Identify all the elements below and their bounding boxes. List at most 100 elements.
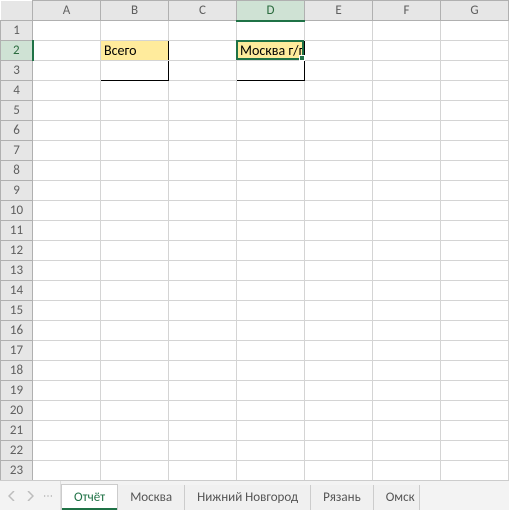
cell-C7[interactable] xyxy=(169,141,237,161)
cell-F12[interactable] xyxy=(373,241,441,261)
sheet-tab-3[interactable]: Рязань xyxy=(311,485,374,510)
cell-E1[interactable] xyxy=(305,21,373,41)
row-header-15[interactable]: 15 xyxy=(1,301,33,321)
cell-F7[interactable] xyxy=(373,141,441,161)
row-header-9[interactable]: 9 xyxy=(1,181,33,201)
row-header-7[interactable]: 7 xyxy=(1,141,33,161)
cell-D13[interactable] xyxy=(237,261,305,281)
cell-C8[interactable] xyxy=(169,161,237,181)
sheet-tab-1[interactable]: Москва xyxy=(118,485,185,510)
row-header-12[interactable]: 12 xyxy=(1,241,33,261)
cell-E15[interactable] xyxy=(305,301,373,321)
cell-A3[interactable] xyxy=(33,61,101,81)
cell-C11[interactable] xyxy=(169,221,237,241)
cell-F9[interactable] xyxy=(373,181,441,201)
cell-C22[interactable] xyxy=(169,441,237,461)
cell-A15[interactable] xyxy=(33,301,101,321)
cell-B7[interactable] xyxy=(101,141,169,161)
cell-F17[interactable] xyxy=(373,341,441,361)
cell-E17[interactable] xyxy=(305,341,373,361)
cell-C2[interactable] xyxy=(169,41,237,61)
cell-C6[interactable] xyxy=(169,121,237,141)
row-header-19[interactable]: 19 xyxy=(1,381,33,401)
cell-A6[interactable] xyxy=(33,121,101,141)
cell-C1[interactable] xyxy=(169,21,237,41)
cell-C19[interactable] xyxy=(169,381,237,401)
cell-B1[interactable] xyxy=(101,21,169,41)
cell-G6[interactable] xyxy=(441,121,509,141)
cell-F20[interactable] xyxy=(373,401,441,421)
cell-D3[interactable] xyxy=(237,61,305,81)
cell-A12[interactable] xyxy=(33,241,101,261)
cell-G10[interactable] xyxy=(441,201,509,221)
cell-E18[interactable] xyxy=(305,361,373,381)
cell-G20[interactable] xyxy=(441,401,509,421)
cell-C23[interactable] xyxy=(169,461,237,481)
cell-B13[interactable] xyxy=(101,261,169,281)
cell-A8[interactable] xyxy=(33,161,101,181)
row-header-3[interactable]: 3 xyxy=(1,61,33,81)
cell-B16[interactable] xyxy=(101,321,169,341)
row-header-1[interactable]: 1 xyxy=(1,21,33,41)
row-header-16[interactable]: 16 xyxy=(1,321,33,341)
cell-G1[interactable] xyxy=(441,21,509,41)
cell-E4[interactable] xyxy=(305,81,373,101)
cell-E19[interactable] xyxy=(305,381,373,401)
cell-B18[interactable] xyxy=(101,361,169,381)
cell-C9[interactable] xyxy=(169,181,237,201)
cell-C18[interactable] xyxy=(169,361,237,381)
row-header-8[interactable]: 8 xyxy=(1,161,33,181)
cell-B12[interactable] xyxy=(101,241,169,261)
cell-C12[interactable] xyxy=(169,241,237,261)
cell-E12[interactable] xyxy=(305,241,373,261)
cell-A20[interactable] xyxy=(33,401,101,421)
col-header-A[interactable]: A xyxy=(33,1,101,21)
cell-G4[interactable] xyxy=(441,81,509,101)
cell-B3[interactable] xyxy=(101,61,169,81)
cell-D9[interactable] xyxy=(237,181,305,201)
cell-C13[interactable] xyxy=(169,261,237,281)
cell-E14[interactable] xyxy=(305,281,373,301)
cell-G16[interactable] xyxy=(441,321,509,341)
cell-B9[interactable] xyxy=(101,181,169,201)
cell-E11[interactable] xyxy=(305,221,373,241)
col-header-D[interactable]: D xyxy=(237,1,305,21)
cell-D17[interactable] xyxy=(237,341,305,361)
cell-A5[interactable] xyxy=(33,101,101,121)
cell-F2[interactable] xyxy=(373,41,441,61)
cell-D8[interactable] xyxy=(237,161,305,181)
cell-B19[interactable] xyxy=(101,381,169,401)
col-header-B[interactable]: B xyxy=(101,1,169,21)
cell-F4[interactable] xyxy=(373,81,441,101)
cell-E10[interactable] xyxy=(305,201,373,221)
cell-A14[interactable] xyxy=(33,281,101,301)
cell-F5[interactable] xyxy=(373,101,441,121)
cell-F15[interactable] xyxy=(373,301,441,321)
cell-B2[interactable]: Всего xyxy=(101,41,169,61)
col-header-G[interactable]: G xyxy=(441,1,509,21)
cell-A21[interactable] xyxy=(33,421,101,441)
cell-F11[interactable] xyxy=(373,221,441,241)
cell-E20[interactable] xyxy=(305,401,373,421)
cell-F16[interactable] xyxy=(373,321,441,341)
cell-C5[interactable] xyxy=(169,101,237,121)
cell-A16[interactable] xyxy=(33,321,101,341)
row-header-20[interactable]: 20 xyxy=(1,401,33,421)
cell-D1[interactable] xyxy=(237,21,305,41)
tab-nav-next[interactable] xyxy=(24,490,36,502)
cell-B23[interactable] xyxy=(101,461,169,481)
cell-B5[interactable] xyxy=(101,101,169,121)
cell-C4[interactable] xyxy=(169,81,237,101)
cell-C14[interactable] xyxy=(169,281,237,301)
cell-G18[interactable] xyxy=(441,361,509,381)
cell-D16[interactable] xyxy=(237,321,305,341)
cell-E21[interactable] xyxy=(305,421,373,441)
row-header-21[interactable]: 21 xyxy=(1,421,33,441)
cell-E16[interactable] xyxy=(305,321,373,341)
cell-B6[interactable] xyxy=(101,121,169,141)
cell-G5[interactable] xyxy=(441,101,509,121)
cell-A13[interactable] xyxy=(33,261,101,281)
cell-G23[interactable] xyxy=(441,461,509,481)
cell-C3[interactable] xyxy=(169,61,237,81)
cell-B8[interactable] xyxy=(101,161,169,181)
